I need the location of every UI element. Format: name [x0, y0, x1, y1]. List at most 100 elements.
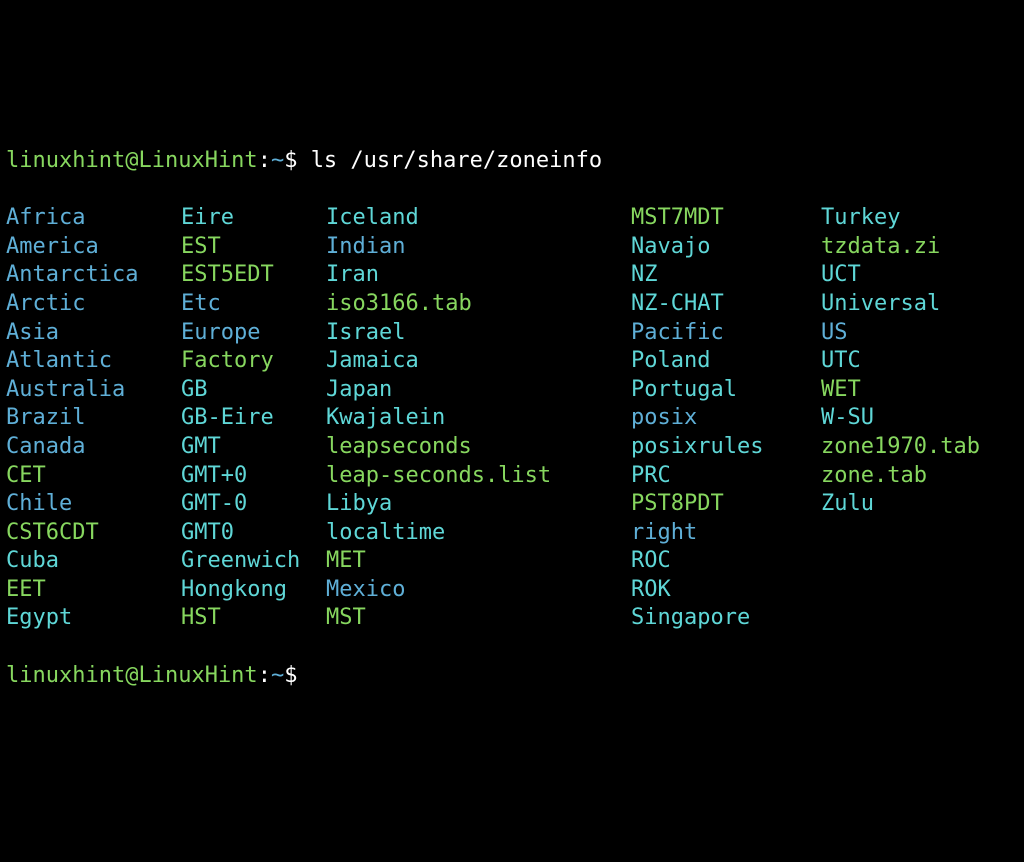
prompt-dollar: $ [284, 663, 297, 688]
file-entry: Jamaica [326, 347, 631, 376]
file-entry: leap-seconds.list [326, 462, 631, 491]
ls-output: AfricaEireIcelandMST7MDTTurkeyAmericaEST… [6, 204, 1018, 633]
file-entry: right [631, 519, 821, 548]
file-entry: iso3166.tab [326, 290, 631, 319]
file-entry: GMT [181, 433, 326, 462]
file-entry: US [821, 319, 848, 348]
prompt-colon: : [258, 663, 271, 688]
prompt-host: LinuxHint [138, 148, 257, 173]
file-entry: Iceland [326, 204, 631, 233]
prompt-line[interactable]: linuxhint@LinuxHint:~$ ls /usr/share/zon… [6, 147, 1018, 176]
prompt-dollar: $ [284, 148, 311, 173]
output-row: AsiaEuropeIsraelPacificUS [6, 319, 1018, 348]
prompt-path: ~ [271, 148, 284, 173]
file-entry: Poland [631, 347, 821, 376]
file-entry: Asia [6, 319, 181, 348]
output-row: ArcticEtciso3166.tabNZ-CHATUniversal [6, 290, 1018, 319]
file-entry: MST7MDT [631, 204, 821, 233]
file-entry: tzdata.zi [821, 233, 940, 262]
file-entry: GMT+0 [181, 462, 326, 491]
file-entry: America [6, 233, 181, 262]
file-entry: leapseconds [326, 433, 631, 462]
file-entry: Eire [181, 204, 326, 233]
file-entry: Canada [6, 433, 181, 462]
file-entry: Greenwich [181, 547, 326, 576]
prompt-line-2[interactable]: linuxhint@LinuxHint:~$ [6, 662, 1018, 691]
file-entry: zone1970.tab [821, 433, 980, 462]
output-row: EETHongkongMexicoROK [6, 576, 1018, 605]
file-entry: MST [326, 604, 631, 633]
file-entry: EST5EDT [181, 261, 326, 290]
output-row: CETGMT+0leap-seconds.listPRCzone.tab [6, 462, 1018, 491]
file-entry: Arctic [6, 290, 181, 319]
prompt-colon: : [258, 148, 271, 173]
output-row: CST6CDTGMT0localtimeright [6, 519, 1018, 548]
output-row: AfricaEireIcelandMST7MDTTurkey [6, 204, 1018, 233]
file-entry: PRC [631, 462, 821, 491]
file-entry: localtime [326, 519, 631, 548]
file-entry: Kwajalein [326, 404, 631, 433]
prompt-path: ~ [271, 663, 284, 688]
prompt-at: @ [125, 663, 138, 688]
file-entry: Australia [6, 376, 181, 405]
file-entry: UTC [821, 347, 861, 376]
file-entry: CST6CDT [6, 519, 181, 548]
file-entry: Brazil [6, 404, 181, 433]
file-entry: NZ [631, 261, 821, 290]
file-entry: NZ-CHAT [631, 290, 821, 319]
file-entry: Libya [326, 490, 631, 519]
file-entry: Israel [326, 319, 631, 348]
file-entry: PST8PDT [631, 490, 821, 519]
output-row: CubaGreenwichMETROC [6, 547, 1018, 576]
file-entry: Chile [6, 490, 181, 519]
file-entry: Egypt [6, 604, 181, 633]
file-entry: GB-Eire [181, 404, 326, 433]
file-entry: W-SU [821, 404, 874, 433]
file-entry: Hongkong [181, 576, 326, 605]
file-entry: GMT-0 [181, 490, 326, 519]
file-entry: Europe [181, 319, 326, 348]
output-row: BrazilGB-EireKwajaleinposixW-SU [6, 404, 1018, 433]
file-entry: Factory [181, 347, 326, 376]
file-entry: MET [326, 547, 631, 576]
file-entry: Cuba [6, 547, 181, 576]
file-entry: GMT0 [181, 519, 326, 548]
file-entry: Turkey [821, 204, 900, 233]
file-entry: CET [6, 462, 181, 491]
file-entry: Mexico [326, 576, 631, 605]
file-entry: EST [181, 233, 326, 262]
output-row: EgyptHSTMSTSingapore [6, 604, 1018, 633]
file-entry: Indian [326, 233, 631, 262]
file-entry: EET [6, 576, 181, 605]
output-row: AntarcticaEST5EDTIranNZUCT [6, 261, 1018, 290]
file-entry: GB [181, 376, 326, 405]
file-entry: zone.tab [821, 462, 927, 491]
file-entry: posix [631, 404, 821, 433]
file-entry: Pacific [631, 319, 821, 348]
file-entry: Africa [6, 204, 181, 233]
file-entry: Iran [326, 261, 631, 290]
file-entry: Zulu [821, 490, 874, 519]
file-entry: Universal [821, 290, 940, 319]
file-entry: Atlantic [6, 347, 181, 376]
file-entry: Singapore [631, 604, 821, 633]
file-entry: ROK [631, 576, 821, 605]
file-entry: posixrules [631, 433, 821, 462]
command-text: ls /usr/share/zoneinfo [311, 148, 602, 173]
prompt-user: linuxhint [6, 663, 125, 688]
file-entry: Etc [181, 290, 326, 319]
output-row: AmericaESTIndianNavajotzdata.zi [6, 233, 1018, 262]
file-entry: Navajo [631, 233, 821, 262]
file-entry: Antarctica [6, 261, 181, 290]
file-entry: WET [821, 376, 861, 405]
file-entry: Portugal [631, 376, 821, 405]
output-row: AtlanticFactoryJamaicaPolandUTC [6, 347, 1018, 376]
output-row: ChileGMT-0LibyaPST8PDTZulu [6, 490, 1018, 519]
file-entry: ROC [631, 547, 821, 576]
prompt-at: @ [125, 148, 138, 173]
terminal-output: linuxhint@LinuxHint:~$ ls /usr/share/zon… [6, 118, 1018, 718]
file-entry: HST [181, 604, 326, 633]
output-row: AustraliaGBJapanPortugalWET [6, 376, 1018, 405]
output-row: CanadaGMTleapsecondsposixruleszone1970.t… [6, 433, 1018, 462]
file-entry: UCT [821, 261, 861, 290]
